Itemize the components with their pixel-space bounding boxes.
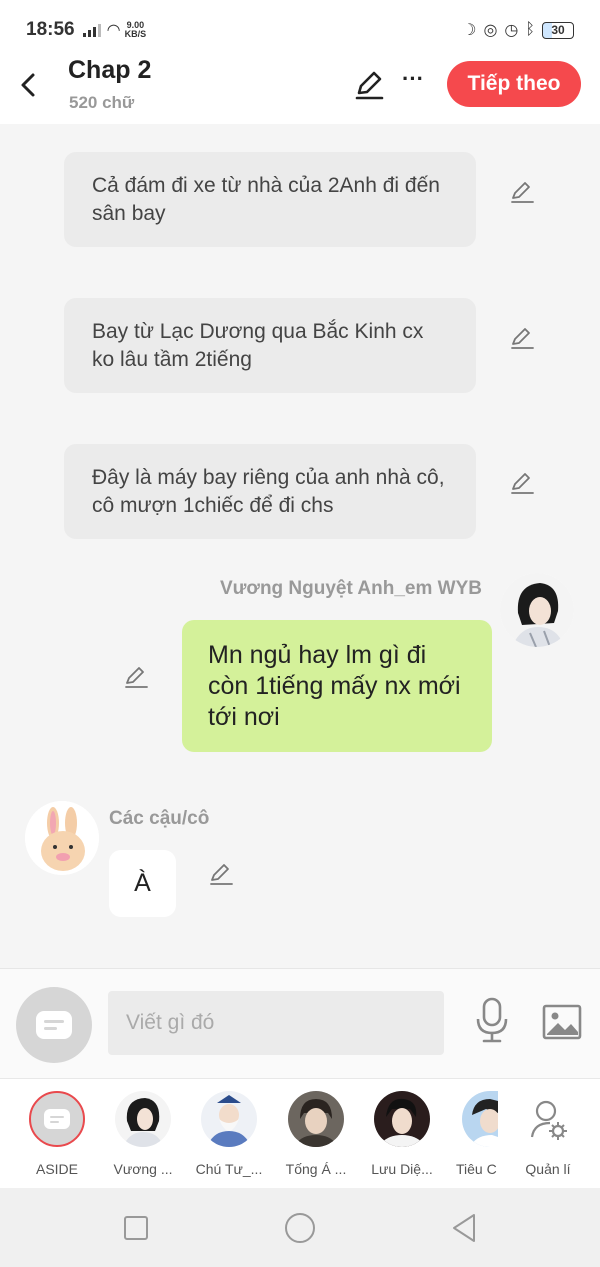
back-button[interactable] <box>14 66 44 102</box>
signal-icon <box>82 23 101 37</box>
battery-icon: 30 <box>542 21 574 39</box>
avatar-image <box>374 1091 430 1147</box>
system-back-button[interactable] <box>450 1212 478 1244</box>
system-nav-bar <box>0 1188 600 1267</box>
message-bubble-self[interactable]: Mn ngủ hay lm gì đi còn 1tiếng mấy nx mớ… <box>182 620 492 752</box>
character-item[interactable]: Tiêu C <box>448 1091 498 1177</box>
edit-message-button[interactable] <box>207 860 235 888</box>
edit-narration-button[interactable] <box>508 178 536 206</box>
edit-narration-button[interactable] <box>508 469 536 497</box>
avatar <box>115 1091 171 1147</box>
aside-avatar <box>29 1091 85 1147</box>
bunny-avatar-image <box>25 801 99 875</box>
status-bar: 18:56 ◠ 9.00 KB/S ☽ ◎ ◷ ᛒ 30 <box>0 0 600 60</box>
network-speed: 9.00 KB/S <box>125 21 147 39</box>
chapter-header: Chap 2 520 chữ ··· Tiếp theo <box>0 56 600 124</box>
narration-bubble[interactable]: Bay từ Lạc Dương qua Bắc Kinh cx ko lâu … <box>64 298 476 393</box>
chat-bubble-icon <box>36 1011 72 1039</box>
lock-rotation-icon: ◎ <box>483 22 498 39</box>
avatar-image <box>201 1091 257 1147</box>
manage-characters-button[interactable]: Quản lí <box>510 1091 586 1177</box>
character-name: Chú Tư_... <box>195 1161 263 1177</box>
word-count: 520 chữ <box>69 93 135 112</box>
manage-icon-wrap <box>520 1091 576 1147</box>
edit-message-button[interactable] <box>122 663 150 691</box>
character-bar: ASIDE Vương ... Chú Tư_... Tống Á ... Lư… <box>0 1078 600 1188</box>
pencil-icon <box>511 328 534 349</box>
narration-bubble[interactable]: Đây là máy bay riêng của anh nhà cô, cô … <box>64 444 476 539</box>
character-name: Vương ... <box>113 1161 173 1177</box>
aside-toggle-button[interactable] <box>16 987 92 1063</box>
speaker-name: Vương Nguyệt Anh_em WYB <box>220 578 482 599</box>
more-icon: ··· <box>402 66 424 91</box>
wifi-icon: ◠ <box>106 22 121 39</box>
moon-icon: ☽ <box>462 22 477 39</box>
avatar[interactable] <box>25 801 99 875</box>
avatar-image <box>462 1091 498 1147</box>
avatar <box>201 1091 257 1147</box>
home-button[interactable] <box>285 1213 315 1243</box>
message-input[interactable] <box>108 991 444 1055</box>
chevron-left-icon <box>21 73 35 97</box>
microphone-icon <box>476 997 508 1043</box>
character-name: ASIDE <box>35 1161 78 1177</box>
recent-apps-button[interactable] <box>124 1216 148 1240</box>
character-item[interactable]: Lưu Diệ... <box>362 1091 442 1177</box>
pencil-icon <box>355 71 384 100</box>
character-item[interactable]: Tống Á ... <box>276 1091 356 1177</box>
avatar-image <box>288 1091 344 1147</box>
pencil-icon <box>511 182 534 203</box>
speaker-name: Các cậu/cô <box>109 808 210 829</box>
status-icons: ☽ ◎ ◷ ᛒ 30 <box>462 20 574 40</box>
character-aside[interactable]: ASIDE <box>17 1091 97 1177</box>
edit-chapter-button[interactable] <box>352 68 386 102</box>
character-name: Quản lí <box>525 1161 571 1177</box>
avatar <box>462 1091 498 1147</box>
pencil-icon <box>511 473 534 494</box>
character-item[interactable]: Vương ... <box>103 1091 183 1177</box>
character-name: Tiêu C <box>456 1161 497 1177</box>
pencil-icon <box>125 667 148 688</box>
composer-bar <box>0 968 600 1078</box>
avatar <box>288 1091 344 1147</box>
next-chapter-button[interactable]: Tiếp theo <box>447 61 581 107</box>
character-item[interactable]: Chú Tư_... <box>189 1091 269 1177</box>
more-options-button[interactable]: ··· <box>398 68 428 102</box>
triangle-back-icon <box>453 1214 475 1242</box>
image-icon <box>542 1004 582 1040</box>
edit-narration-button[interactable] <box>508 324 536 352</box>
alarm-icon: ◷ <box>504 22 519 39</box>
pencil-icon <box>210 864 233 885</box>
narration-bubble[interactable]: Cả đám đi xe từ nhà của 2Anh đi đến sân … <box>64 152 476 247</box>
avatar-image <box>500 573 574 647</box>
microphone-button[interactable] <box>472 995 512 1045</box>
user-settings-icon <box>530 1100 567 1140</box>
avatar-image <box>115 1091 171 1147</box>
message-bubble-other[interactable]: À <box>109 850 176 917</box>
status-time: 18:56 <box>26 19 75 40</box>
chapter-title: Chap 2 <box>68 56 152 84</box>
character-name: Lưu Diệ... <box>371 1161 433 1177</box>
avatar <box>374 1091 430 1147</box>
character-name: Tống Á ... <box>285 1161 347 1177</box>
avatar[interactable] <box>500 573 574 647</box>
bluetooth-icon: ᛒ <box>525 21 535 38</box>
image-button[interactable] <box>541 1001 583 1043</box>
network-speed-unit: KB/S <box>124 29 147 39</box>
chat-bubble-icon <box>44 1109 70 1129</box>
